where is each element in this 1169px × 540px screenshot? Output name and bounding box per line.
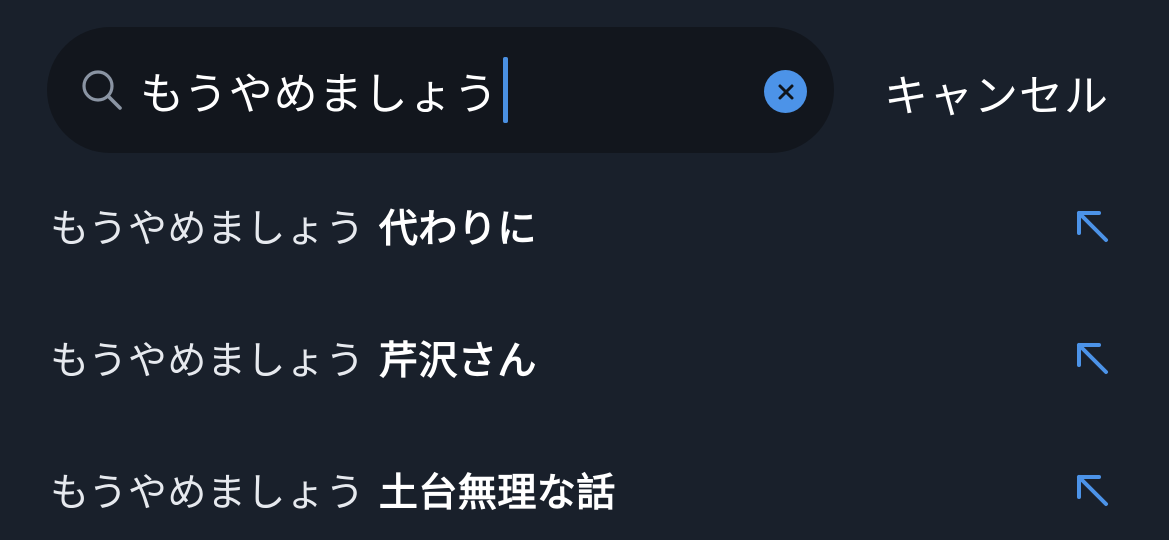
search-icon (82, 70, 122, 110)
suggestion-item[interactable]: もうやめましょう 土台無理な話 (0, 424, 1169, 540)
search-screen: もうやめましょう キャンセル もうやめましょう 代わりに もうやめましょう 芹沢… (0, 0, 1169, 540)
suggestion-label: もうやめましょう 芹沢さん (50, 326, 537, 390)
arrow-up-left-icon[interactable] (1072, 470, 1112, 510)
clear-search-button[interactable] (764, 70, 807, 113)
close-icon (778, 84, 793, 99)
arrow-up-left-icon[interactable] (1072, 338, 1112, 378)
search-input[interactable]: もうやめましょう (140, 57, 508, 123)
text-caret (502, 57, 508, 123)
suggestion-completion-text: 土台無理な話 (378, 471, 616, 516)
suggestion-completion-text: 芹沢さん (378, 339, 537, 384)
suggestion-item[interactable]: もうやめましょう 代わりに (0, 160, 1169, 292)
suggestion-base-text: もうやめましょう (50, 207, 365, 252)
search-query-text: もうやめましょう (140, 69, 499, 120)
suggestion-item[interactable]: もうやめましょう 芹沢さん (0, 292, 1169, 424)
search-bar-row: もうやめましょう キャンセル (0, 0, 1169, 180)
cancel-button[interactable]: キャンセル (884, 60, 1109, 124)
suggestion-label: もうやめましょう 代わりに (50, 194, 537, 258)
arrow-up-left-icon[interactable] (1072, 206, 1112, 246)
suggestion-base-text: もうやめましょう (50, 339, 365, 384)
suggestion-label: もうやめましょう 土台無理な話 (50, 458, 616, 522)
suggestion-base-text: もうやめましょう (50, 471, 365, 516)
suggestion-completion-text: 代わりに (378, 207, 537, 252)
